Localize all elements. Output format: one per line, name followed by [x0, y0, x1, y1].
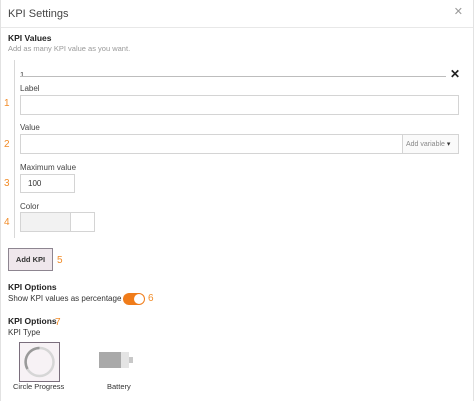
- kpi-type-option-battery[interactable]: [97, 350, 137, 370]
- show-percentage-toggle[interactable]: [123, 293, 145, 305]
- battery-icon: [99, 352, 133, 368]
- kpi-type-option-circle-progress[interactable]: [19, 342, 60, 382]
- step-marker-3: 3: [4, 178, 10, 189]
- step-marker-4: 4: [4, 217, 10, 228]
- step-marker-1: 1: [4, 98, 10, 109]
- dialog-titlebar: KPI Settings: [1, 0, 473, 28]
- color-field-label: Color: [20, 202, 40, 211]
- max-value-input[interactable]: 100: [20, 174, 75, 193]
- kpi-values-subtitle: Add as many KPI value as you want.: [8, 44, 131, 53]
- step-marker-6: 6: [148, 293, 154, 304]
- color-picker[interactable]: [20, 212, 95, 232]
- step-marker-5: 5: [57, 255, 63, 266]
- kpi-options-heading: KPI Options: [8, 282, 57, 292]
- add-variable-dropdown[interactable]: Add variable ▾: [402, 135, 458, 153]
- remove-kpi-icon[interactable]: ✕: [450, 68, 460, 80]
- dialog-title: KPI Settings: [8, 7, 69, 20]
- close-icon[interactable]: ✕: [454, 7, 463, 18]
- kpi-item-divider: [20, 76, 446, 77]
- chevron-down-icon: ▾: [446, 141, 451, 148]
- toggle-knob: [134, 294, 144, 304]
- value-input[interactable]: Add variable ▾: [20, 134, 459, 154]
- label-input[interactable]: [20, 95, 459, 115]
- add-variable-label: Add variable: [406, 140, 445, 148]
- step-marker-2: 2: [4, 139, 10, 150]
- circle-progress-label: Circle Progress: [13, 382, 65, 391]
- max-value-label: Maximum value: [20, 163, 77, 172]
- kpi-type-subheading: KPI Type: [8, 328, 41, 337]
- kpi-item: 1 ✕ Label Value Add variable ▾ Maximum v…: [14, 60, 466, 238]
- color-swatch[interactable]: [21, 213, 71, 231]
- show-percentage-label: Show KPI values as percentage: [8, 294, 122, 303]
- kpi-values-heading: KPI Values: [8, 33, 52, 43]
- circle-progress-icon: [24, 346, 55, 378]
- kpi-item-index: 1: [20, 70, 25, 79]
- battery-label: Battery: [107, 382, 131, 391]
- label-field-label: Label: [20, 84, 40, 93]
- kpi-type-heading: KPI Options: [8, 316, 57, 326]
- kpi-settings-dialog: KPI Settings ✕ KPI Values Add as many KP…: [0, 0, 474, 401]
- value-field-label: Value: [20, 123, 40, 132]
- add-kpi-button[interactable]: Add KPI: [8, 248, 53, 271]
